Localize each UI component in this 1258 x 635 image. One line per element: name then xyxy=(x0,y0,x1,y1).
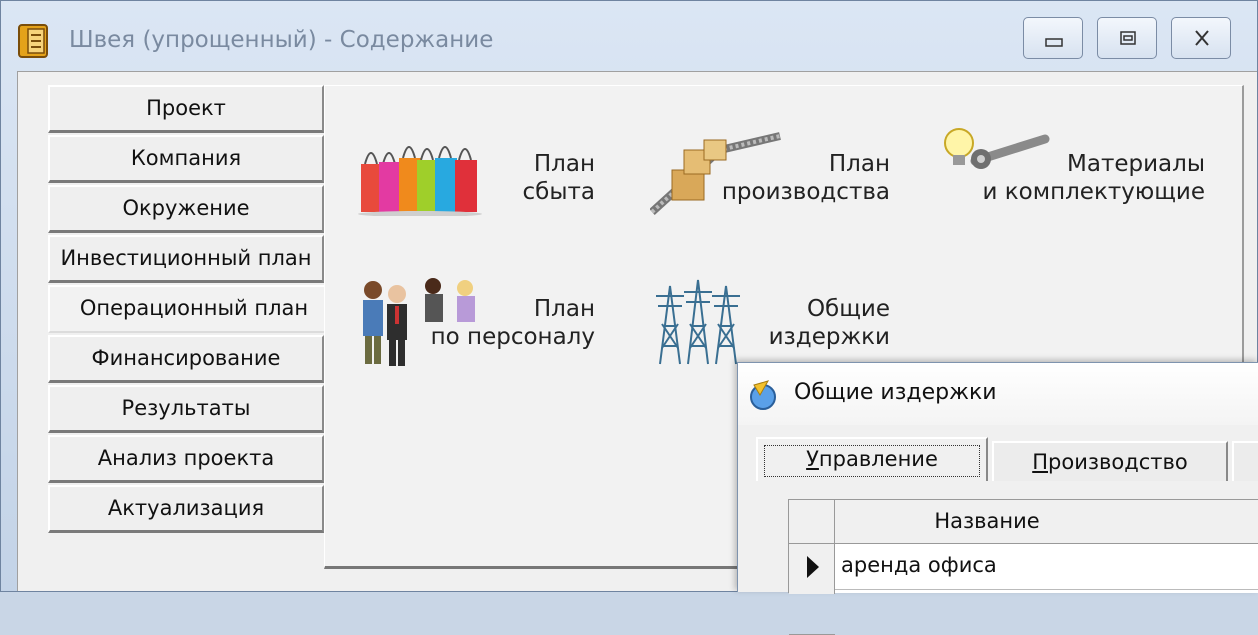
nav-results[interactable]: Результаты xyxy=(48,385,324,433)
overhead-costs-dialog: Общие издержки Управление Производство Н… xyxy=(737,362,1258,635)
focus-rect xyxy=(764,445,980,477)
sales-plan-item[interactable]: План сбыта xyxy=(355,121,605,221)
nav-financing[interactable]: Финансирование xyxy=(48,335,324,383)
nav-company[interactable]: Компания xyxy=(48,135,324,183)
overhead-costs-line1: Общие xyxy=(806,296,890,322)
dialog-title: Общие издержки xyxy=(794,380,997,405)
grid-column-header-name[interactable]: Название xyxy=(835,500,1258,544)
overhead-costs-item[interactable]: Общие издержки xyxy=(650,266,900,366)
materials-item[interactable]: Материалы и комплектующие xyxy=(935,121,1225,221)
tab-management[interactable]: Управление xyxy=(756,437,988,481)
production-plan-line2: производства xyxy=(721,179,890,205)
title-bar[interactable]: Швея (упрощенный) - Содержание xyxy=(1,1,1257,71)
personnel-plan-line2: по персоналу xyxy=(430,324,595,350)
nav-project[interactable]: Проект xyxy=(48,85,324,133)
app-book-icon xyxy=(18,24,48,58)
materials-line1: Материалы xyxy=(1067,151,1205,177)
grid-row-indicator[interactable] xyxy=(789,544,835,635)
dialog-title-bar[interactable]: Общие издержки xyxy=(738,363,1258,425)
personnel-plan-line1: План xyxy=(533,296,595,322)
sales-plan-line2: сбыта xyxy=(522,179,595,205)
nav-environment[interactable]: Окружение xyxy=(48,185,324,233)
minimize-icon xyxy=(1045,38,1063,47)
nav-project-analysis[interactable]: Анализ проекта xyxy=(48,435,324,483)
minimize-button[interactable] xyxy=(1023,17,1083,59)
personnel-plan-item[interactable]: План по персоналу xyxy=(355,266,605,376)
production-plan-item[interactable]: План производства xyxy=(650,121,900,221)
restore-icon xyxy=(1120,31,1136,45)
close-icon xyxy=(1195,30,1209,46)
grid-cell-name[interactable]: аренда офиса xyxy=(841,550,997,580)
overhead-costs-line2: издержки xyxy=(768,324,890,350)
costs-grid[interactable]: Название аренда офиса xyxy=(788,499,1258,635)
grid-indicator-header xyxy=(789,500,835,544)
current-row-arrow-icon xyxy=(807,556,819,578)
power-tower-icon xyxy=(656,279,740,365)
sales-plan-line1: План xyxy=(533,151,595,177)
nav-investment-plan[interactable]: Инвестиционный план xyxy=(48,235,324,283)
nav-operational-plan[interactable]: Операционный план xyxy=(48,285,338,333)
tab-more[interactable] xyxy=(1232,441,1258,481)
nav-actualization[interactable]: Актуализация xyxy=(48,485,324,533)
shopping-bags-icon xyxy=(358,146,482,216)
restore-button[interactable] xyxy=(1097,17,1157,59)
dialog-cost-icon xyxy=(750,380,776,410)
production-plan-line1: План xyxy=(828,151,890,177)
tab-production-label: Производство xyxy=(1032,450,1188,474)
close-button[interactable] xyxy=(1171,17,1231,59)
materials-line2: и комплектующие xyxy=(982,179,1206,205)
window-title: Швея (упрощенный) - Содержание xyxy=(69,27,494,53)
tab-production[interactable]: Производство xyxy=(992,441,1228,481)
people-icon xyxy=(363,278,475,366)
table-row[interactable]: аренда офиса xyxy=(835,544,1258,590)
